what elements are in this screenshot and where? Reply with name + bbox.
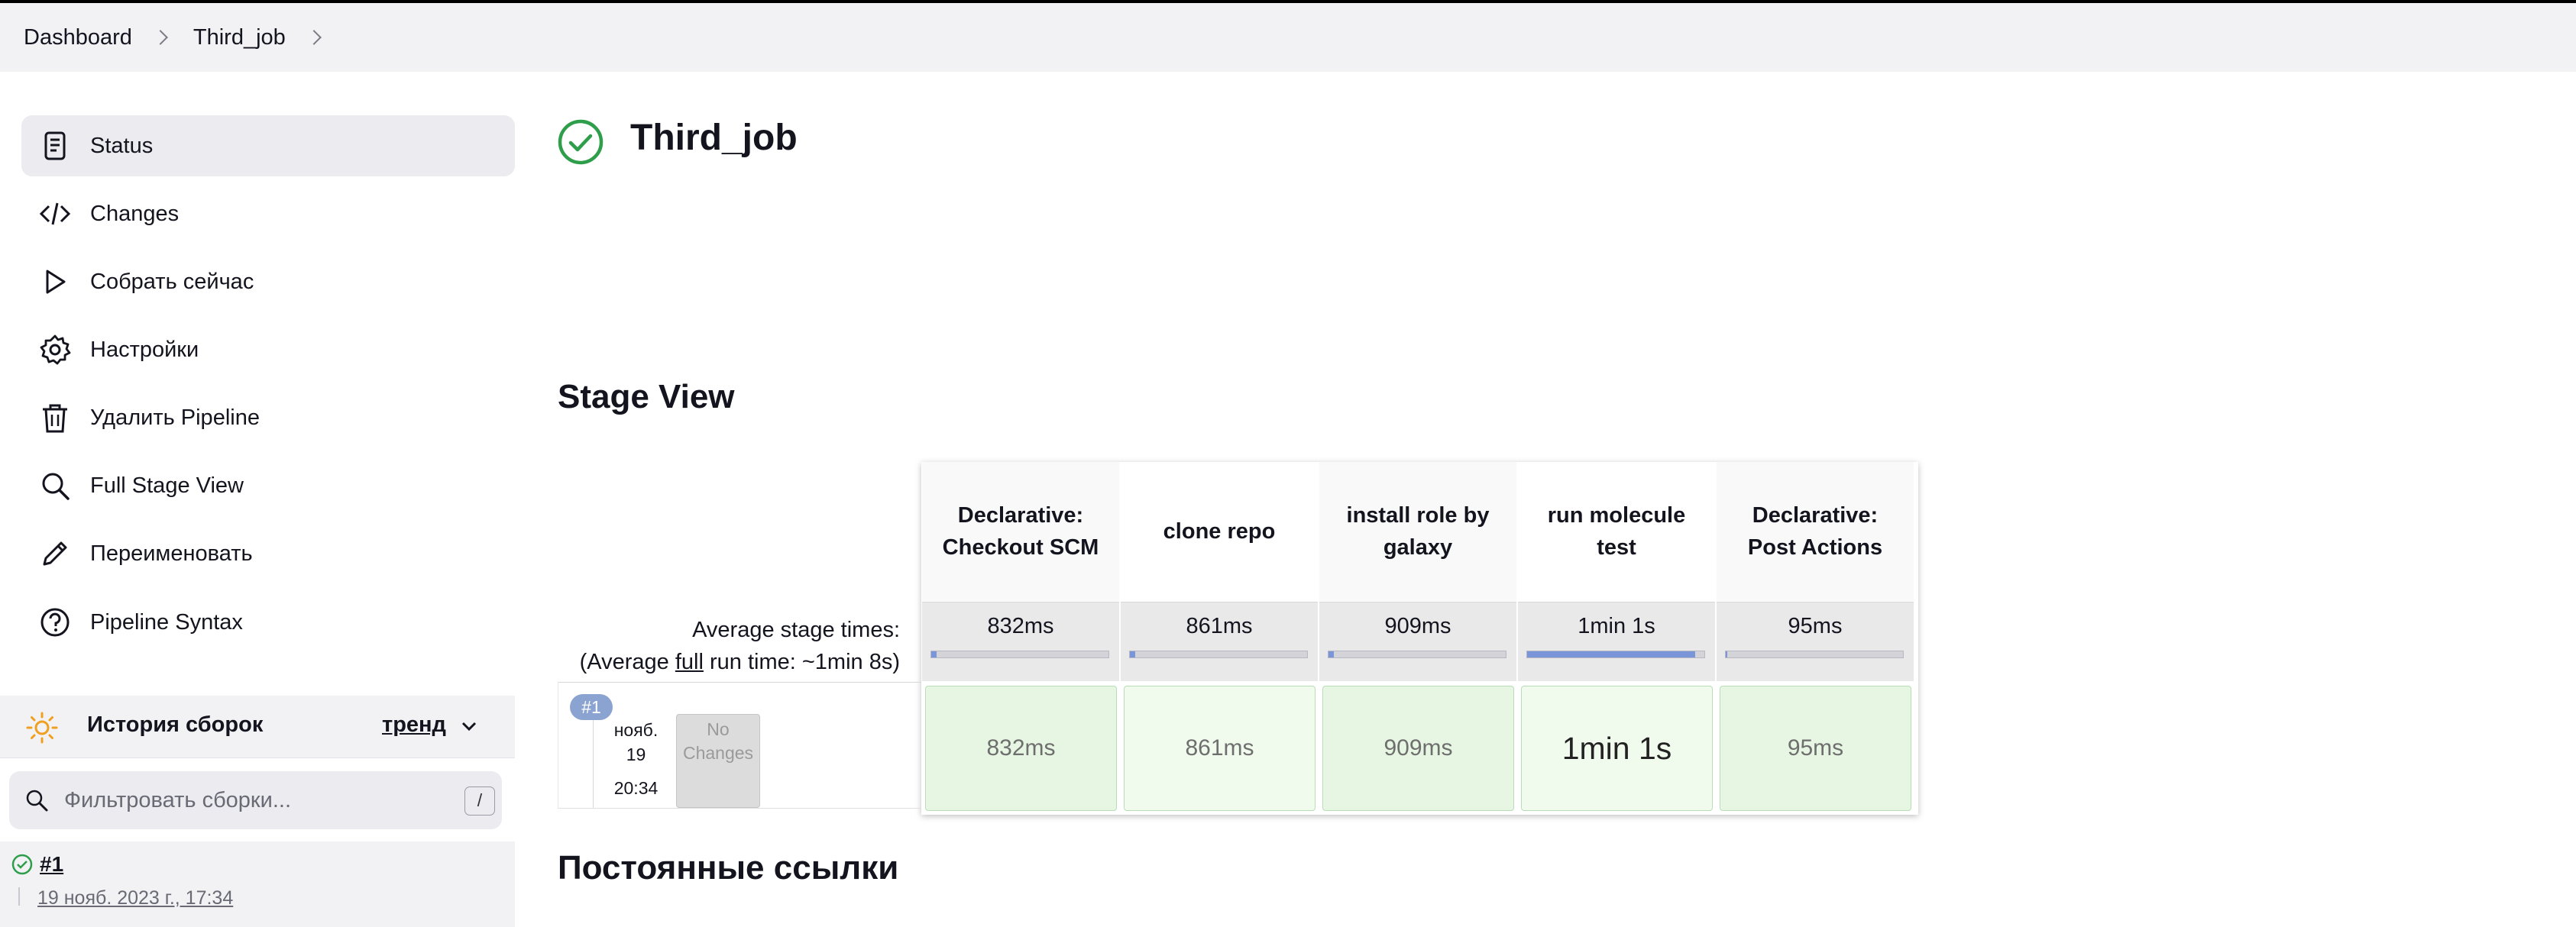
play-icon [46,270,66,294]
stage-average-time: 1min 1s [1578,614,1655,638]
sidebar-item-full-stage-view[interactable]: Full Stage View [21,455,515,516]
build-link[interactable]: #1 [40,852,63,877]
stage-run-cell[interactable]: 832ms [925,686,1117,811]
sidebar-item-settings[interactable]: Настройки [21,319,515,380]
timeline-line [18,887,20,906]
sidebar-item-status[interactable]: Status [21,115,515,176]
stage-progress-bar [930,651,1109,658]
sun-icon [26,712,58,744]
average-times-label: Average stage times: (Average full run t… [580,614,900,678]
success-icon [558,119,604,165]
stage-progress-fill [1328,651,1334,657]
trash-icon [43,404,67,433]
build-history-list: #1 19 нояб. 2023 г., 17:34 [0,841,515,927]
build-day: 19 [626,745,646,764]
stage-progress-bar [1129,651,1308,658]
chevron-right-icon[interactable] [152,30,168,45]
stage-average-time: 909ms [1384,614,1451,638]
stage-header: install role by galaxy [1319,462,1516,601]
search-icon [26,790,48,812]
build-filter: / [9,771,502,829]
full-run-time-link[interactable]: full [675,650,704,674]
chevron-right-icon[interactable] [306,30,322,45]
stage-progress-fill [1130,651,1135,657]
stage-progress-bar [1725,651,1904,658]
build-time: 20:34 [613,778,659,798]
search-icon [42,473,70,500]
average-run-time-suffix: run time: ~1min 8s) [703,650,900,674]
stage-header: Declarative: Post Actions [1717,462,1914,601]
trend-link[interactable]: тренд [382,712,446,738]
help-icon [40,608,70,637]
stage-progress-fill [931,651,937,657]
document-icon [44,131,66,160]
stage-run-cell[interactable]: 861ms [1124,686,1316,811]
average-times-title: Average stage times: [692,618,900,642]
stage-progress-bar [1328,651,1506,658]
stage-run-cell[interactable]: 95ms [1720,686,1911,811]
sidebar-item-rename[interactable]: Переименовать [21,523,515,584]
stage-average-cell: 95ms [1717,602,1914,681]
page-title: Third_job [630,118,798,158]
no-changes-box[interactable]: No Changes [676,714,760,808]
sidebar-item-label: Full Stage View [90,473,244,498]
stage-progress-fill [1726,651,1728,657]
stage-header: run molecule test [1518,462,1715,601]
sidebar-item-changes[interactable]: Changes [21,183,515,244]
build-history-header: История сборок тренд [0,696,515,758]
build-date-link[interactable]: 19 нояб. 2023 г., 17:34 [37,887,233,909]
sidebar-item-label: Настройки [90,337,199,362]
average-run-time: (Average full run time: ~1min 8s) [580,646,900,678]
breadcrumb-third-job[interactable]: Third_job [193,25,286,50]
sidebar-item-label: Собрать сейчас [90,269,254,294]
stage-average-time: 832ms [987,614,1054,638]
build-history-title: История сборок [87,712,264,737]
stage-average-cell: 1min 1s [1518,602,1715,681]
success-icon [11,854,33,875]
stage-progress-bar [1526,651,1705,658]
stage-average-time: 861ms [1186,614,1253,638]
breadcrumb-dashboard[interactable]: Dashboard [24,25,132,50]
stage-run-cell[interactable]: 1min 1s [1521,686,1713,811]
breadcrumb: Dashboard Third_job [0,3,2576,72]
average-run-time-prefix: (Average [579,650,675,674]
stage-progress-fill [1527,651,1696,657]
stage-run-cell[interactable]: 909ms [1322,686,1514,811]
filter-shortcut-hint: / [464,786,495,816]
chevron-down-icon[interactable] [460,719,478,734]
stage-average-cell: 832ms [922,602,1119,681]
code-icon [39,202,71,225]
build-number-badge[interactable]: #1 [570,694,613,720]
build-filter-input[interactable] [64,782,431,819]
stage-header: clone repo [1121,462,1318,601]
sidebar-item-delete-pipeline[interactable]: Удалить Pipeline [21,387,515,448]
stage-average-cell: 861ms [1121,602,1318,681]
stage-average-cell: 909ms [1319,602,1516,681]
sidebar-item-label: Pipeline Syntax [90,609,243,635]
sidebar-item-pipeline-syntax[interactable]: Pipeline Syntax [21,592,515,653]
sidebar-item-label: Status [90,133,154,158]
stage-view-heading: Stage View [558,378,735,415]
sidebar-item-label: Переименовать [90,541,253,566]
build-month: нояб. [613,720,659,740]
stage-average-time: 95ms [1788,614,1843,638]
pencil-icon [43,541,67,566]
sidebar-item-label: Удалить Pipeline [90,405,260,430]
sidebar-item-build-now[interactable]: Собрать сейчас [21,251,515,312]
gear-icon [40,334,71,365]
sidebar-item-label: Changes [90,201,180,226]
build-date[interactable]: нояб. 19 20:34 [593,716,678,808]
stage-header: Declarative: Checkout SCM [922,462,1119,601]
permalinks-heading: Постоянные ссылки [558,849,899,887]
